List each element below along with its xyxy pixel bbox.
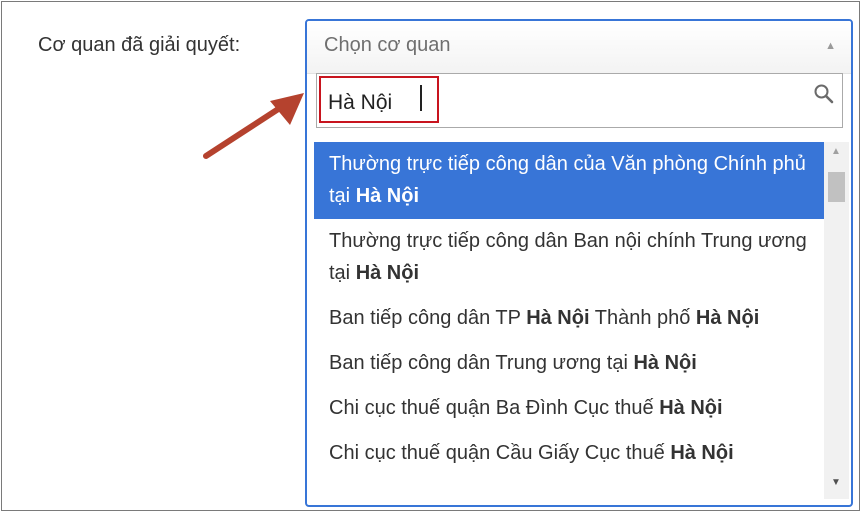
results-scrollbar[interactable]: ▲ ▼ xyxy=(824,142,849,499)
search-icon xyxy=(813,83,835,110)
result-item[interactable]: Ban tiếp công dân Trung ương tại Hà Nội xyxy=(314,341,824,386)
results-list: Thường trực tiếp công dân của Văn phòng … xyxy=(314,142,824,499)
select-placeholder: Chọn cơ quan xyxy=(324,34,451,56)
result-item[interactable]: Thường trực tiếp công dân Ban nội chính … xyxy=(314,219,824,296)
agency-select[interactable]: Chọn cơ quan ▲ Thường trực tiếp công dân… xyxy=(305,19,853,507)
result-item[interactable]: Chi cục thuế quận Cầu Giấy Cục thuế Hà N… xyxy=(314,431,824,476)
chevron-up-icon: ▲ xyxy=(825,40,836,52)
result-item[interactable]: Chi cục thuế quận Ba Đình Cục thuế Hà Nộ… xyxy=(314,386,824,431)
form-frame: Cơ quan đã giải quyết: Chọn cơ quan ▲ Th… xyxy=(1,1,860,511)
select-toggle[interactable]: Chọn cơ quan ▲ xyxy=(307,21,851,74)
result-text: Thành phố xyxy=(589,307,696,329)
result-match-text: Hà Nội xyxy=(695,307,760,329)
result-match-text: Hà Nội xyxy=(670,442,734,464)
result-text: Ban tiếp công dân Trung ương tại xyxy=(329,352,634,374)
result-text: Chi cục thuế quận Cầu Giấy Cục thuế xyxy=(329,442,671,464)
text-caret xyxy=(420,85,422,111)
result-text: Chi cục thuế quận Ba Đình Cục thuế xyxy=(329,397,660,419)
annotation-arrow-icon xyxy=(203,93,304,159)
result-item[interactable]: Ban tiếp công dân TP Hà Nội Thành phố Hà… xyxy=(314,296,824,341)
result-match-text: Hà Nội xyxy=(659,397,723,419)
result-item[interactable]: Thường trực tiếp công dân của Văn phòng … xyxy=(314,142,824,219)
search-box xyxy=(316,73,843,128)
scroll-up-icon[interactable]: ▲ xyxy=(831,146,841,157)
result-text: Ban tiếp công dân TP xyxy=(329,307,527,329)
scroll-down-icon[interactable]: ▼ xyxy=(831,477,841,488)
result-match-text: Hà Nội xyxy=(355,185,420,207)
agency-field-label: Cơ quan đã giải quyết: xyxy=(38,34,241,56)
scroll-thumb[interactable] xyxy=(828,172,845,202)
result-match-text: Hà Nội xyxy=(633,352,697,374)
result-match-text: Hà Nội xyxy=(526,307,590,329)
result-match-text: Hà Nội xyxy=(355,262,420,284)
